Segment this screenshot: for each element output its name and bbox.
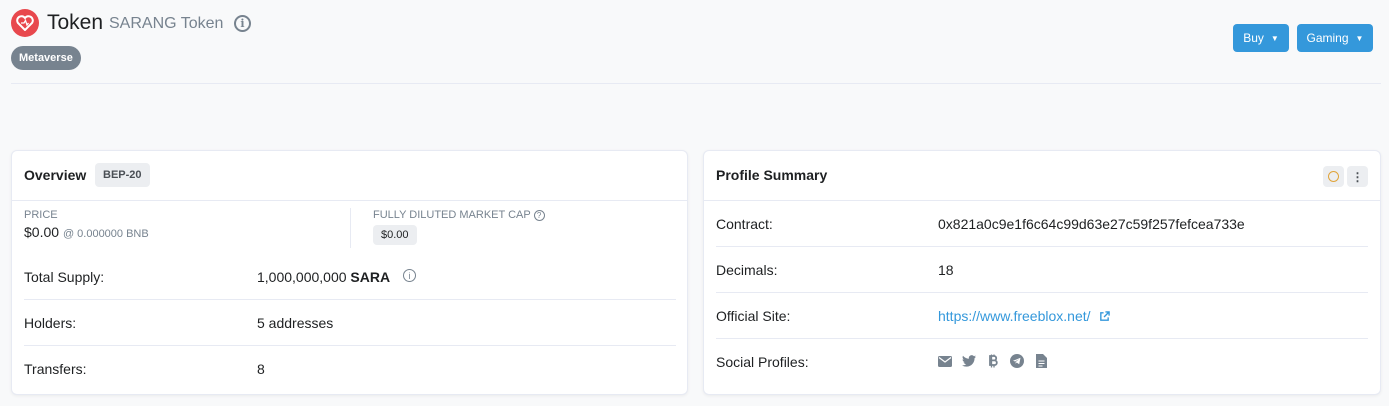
official-site-link[interactable]: https://www.freeblox.net/ xyxy=(938,308,1091,324)
total-supply-value-line: 1,000,000,000 SARA xyxy=(257,269,390,285)
chevron-down-icon: ▼ xyxy=(1355,33,1364,43)
external-link-icon[interactable] xyxy=(1099,311,1110,322)
overview-card: Overview BEP-20 PRICE $0.00 @ 0.000000 B… xyxy=(11,150,688,395)
contract-link[interactable]: 0x821a0c9e1f6c64c99d63e27c59f257fefcea73… xyxy=(938,216,1245,232)
telegram-icon[interactable] xyxy=(1010,354,1024,368)
overview-header: Overview BEP-20 xyxy=(12,151,687,201)
profile-title: Profile Summary xyxy=(716,167,828,183)
page-title: Token xyxy=(47,11,104,34)
total-supply-row: Total Supply: 1,000,000,000 SARA i xyxy=(24,254,676,300)
contract-label: Contract: xyxy=(716,216,773,232)
info-icon[interactable]: i xyxy=(234,15,251,32)
social-icons xyxy=(938,354,1048,368)
decimals-label: Decimals: xyxy=(716,262,778,278)
holders-row: Holders: 5 addresses xyxy=(24,300,676,346)
gaming-button[interactable]: Gaming ▼ xyxy=(1297,24,1373,52)
official-site-row: Official Site: https://www.freeblox.net/ xyxy=(716,293,1368,339)
transfers-row: Transfers: 8 xyxy=(24,346,676,392)
token-standard-badge: BEP-20 xyxy=(95,163,150,187)
circle-icon xyxy=(1328,171,1339,182)
info-icon[interactable]: i xyxy=(403,269,416,282)
profile-summary-card: Profile Summary ⋮ Contract: 0x821a0c9e1f… xyxy=(703,150,1381,395)
price-value: $0.00 xyxy=(24,224,60,240)
fdmc-label-line: FULLY DILUTED MARKET CAP ? xyxy=(373,209,545,221)
decimals-row: Decimals: 18 xyxy=(716,247,1368,293)
token-logo xyxy=(11,9,39,37)
contract-row: Contract: 0x821a0c9e1f6c64c99d63e27c59f2… xyxy=(716,201,1368,247)
vertical-divider xyxy=(350,208,351,248)
email-icon[interactable] xyxy=(938,354,952,368)
transfers-value: 8 xyxy=(257,361,265,377)
price-bnb: @ 0.000000 BNB xyxy=(62,228,149,240)
official-site-value: https://www.freeblox.net/ xyxy=(938,308,1110,324)
gaming-button-label: Gaming xyxy=(1306,31,1349,45)
twitter-icon[interactable] xyxy=(962,354,976,368)
price-value-line: $0.00 @ 0.000000 BNB xyxy=(24,224,149,240)
fdmc-block: FULLY DILUTED MARKET CAP ? $0.00 xyxy=(373,209,545,245)
header-divider xyxy=(11,83,1381,84)
token-symbol: SARA xyxy=(350,269,391,285)
document-icon[interactable] xyxy=(1034,354,1048,368)
category-tag[interactable]: Metaverse xyxy=(11,46,81,70)
more-vertical-icon: ⋮ xyxy=(1351,169,1364,184)
page-header: Token SARANG Token i Metaverse Buy ▼ Gami… xyxy=(0,0,1389,84)
status-button[interactable] xyxy=(1323,166,1344,187)
token-name: SARANG Token xyxy=(109,15,224,32)
overview-title: Overview xyxy=(24,167,87,183)
fdmc-value: $0.00 xyxy=(373,225,417,245)
total-supply-value: 1,000,000,000 xyxy=(257,269,347,285)
official-site-label: Official Site: xyxy=(716,308,791,324)
fdmc-label: FULLY DILUTED MARKET CAP xyxy=(373,209,531,221)
profile-header: Profile Summary ⋮ xyxy=(704,151,1380,201)
price-block: PRICE $0.00 @ 0.000000 BNB xyxy=(24,209,149,240)
buy-button[interactable]: Buy ▼ xyxy=(1233,24,1289,52)
decimals-value: 18 xyxy=(938,262,954,278)
transfers-label: Transfers: xyxy=(24,361,87,377)
chevron-down-icon: ▼ xyxy=(1270,33,1279,43)
more-options-button[interactable]: ⋮ xyxy=(1347,166,1368,187)
price-label: PRICE xyxy=(24,209,58,221)
holders-value[interactable]: 5 addresses xyxy=(257,315,333,331)
social-profiles-row: Social Profiles: xyxy=(716,339,1368,385)
social-profiles-label: Social Profiles: xyxy=(716,354,809,370)
question-icon[interactable]: ? xyxy=(533,210,545,221)
holders-label: Holders: xyxy=(24,315,77,331)
total-supply-label: Total Supply: xyxy=(24,269,105,285)
bitcoin-icon[interactable] xyxy=(986,354,1000,368)
buy-button-label: Buy xyxy=(1243,31,1264,45)
